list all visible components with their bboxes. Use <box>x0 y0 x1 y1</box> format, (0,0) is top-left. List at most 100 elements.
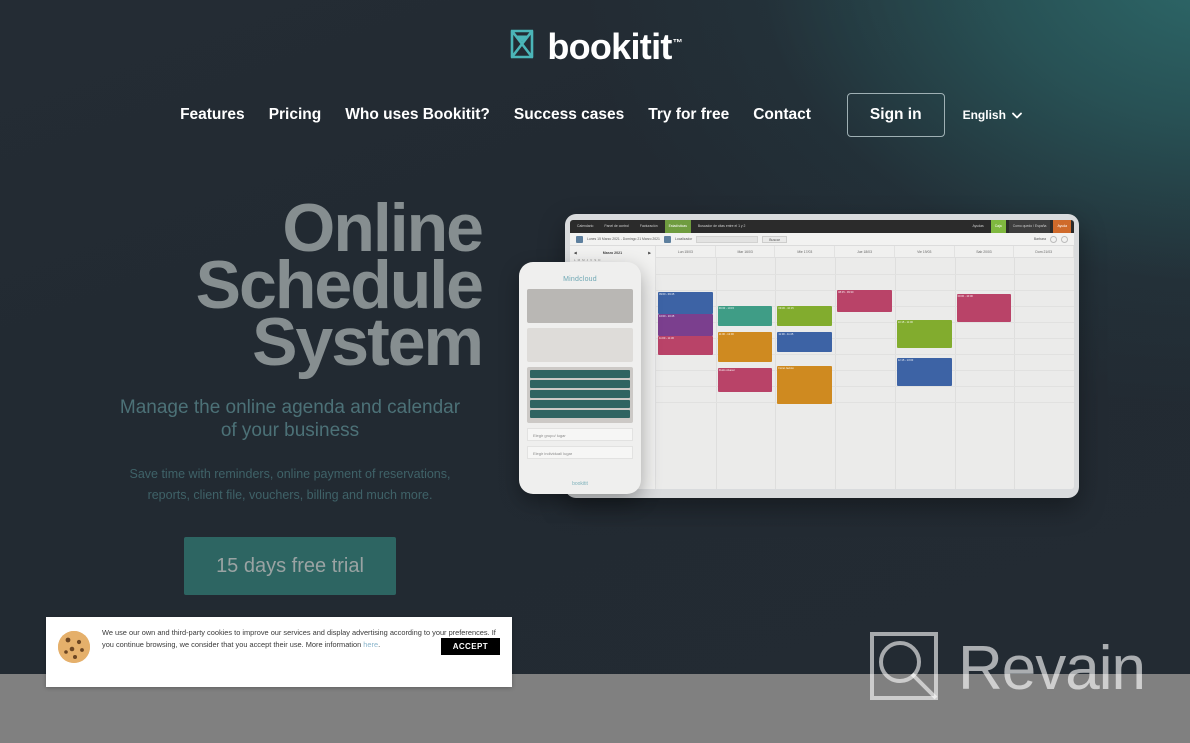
calendar-column-divider <box>835 258 837 489</box>
calendar-appointment: 09:30 - 10:15 <box>777 306 833 326</box>
mini-calendar-month: Marzo 2021 <box>602 251 623 255</box>
day-header-fri: Vie 19/03 <box>895 246 955 257</box>
free-trial-button[interactable]: 15 days free trial <box>184 537 396 596</box>
cookie-icon <box>56 629 92 670</box>
avatar <box>1050 235 1057 243</box>
page-root: bookitit™ Features Pricing Who uses Book… <box>0 0 1190 743</box>
calendar-hour-line <box>656 274 1074 275</box>
hero-section: bookitit™ Features Pricing Who uses Book… <box>0 0 1190 674</box>
mockup-toolbar-item-calendario: Calendario <box>577 224 594 228</box>
main-navigation: Features Pricing Who uses Bookitit? Succ… <box>0 92 1190 138</box>
calendar-day-headers: Lun 15/03 Mar 16/03 Mie 17/03 Jue 18/03 … <box>656 246 1074 258</box>
calendar-appointment: Pedro Alvarez <box>717 368 773 392</box>
phone-timeslot-list <box>527 367 633 423</box>
mockup-app-toolbar: Calendario Panel de control Facturación … <box>570 220 1074 233</box>
calendar-column-divider <box>894 258 896 489</box>
mockup-toolbar-item-panel: Panel de control <box>604 224 629 228</box>
calendar-column-divider <box>715 258 717 489</box>
hero-copy: Online Schedule System Manage the online… <box>80 194 500 596</box>
logo-trademark: ™ <box>672 37 683 49</box>
nav-item-pricing[interactable]: Pricing <box>257 92 334 138</box>
calendar-hour-line <box>656 402 1074 403</box>
hourglass-icon <box>507 28 537 65</box>
phone-timeslot <box>530 370 630 378</box>
day-header-wed: Mie 17/03 <box>775 246 836 257</box>
tablet-screen: Calendario Panel de control Facturación … <box>570 220 1074 489</box>
chevron-down-icon <box>1012 108 1022 122</box>
cookie-text-main: We use our own and third-party cookies t… <box>102 628 496 649</box>
phone-banner <box>527 289 633 323</box>
mockup-toolbar-search-hint: Buscador de citas entre el 1 y 2 <box>697 224 746 228</box>
nav-item-who-uses-bookitit[interactable]: Who uses Bookitit? <box>333 92 502 138</box>
phone-timeslot <box>530 390 630 398</box>
calendar-events-area: 09:00 - 09:45 10:00 - 10:45 11:00 - 11:30 0… <box>656 258 1074 489</box>
calendar-appointment: 11:00 - 11:30 <box>658 336 713 355</box>
phone-timeslot <box>530 380 630 388</box>
calendar-appointment: 09:30 - 10:15 <box>717 306 773 326</box>
mockup-toolbar-item-ayudas: Ayudas <box>972 224 984 228</box>
phone-timeslot <box>530 410 630 418</box>
day-header-tue: Mar 16/03 <box>716 246 776 257</box>
mockup-app-body: ◀ Marzo 2021 ▶ L M M J V S D Lun 15/03 M… <box>570 246 1074 489</box>
sign-in-button[interactable]: Sign in <box>846 93 945 137</box>
phone-timeslot <box>530 400 630 408</box>
calendar-column-divider <box>954 258 956 489</box>
mockup-search-button: Buscar <box>762 235 787 243</box>
calendar-appointment: 09:00 - 09:45 <box>658 292 713 314</box>
nav-item-features[interactable]: Features <box>168 92 257 138</box>
mockup-toolbar-item-ayuda: Ayuda <box>1053 220 1071 233</box>
phone-option-group: Elegir grupo/ lugar <box>527 428 633 441</box>
phone-mini-calendar <box>527 328 633 362</box>
nav-item-success-cases[interactable]: Success cases <box>502 92 636 138</box>
day-header-thu: Jue 18/03 <box>835 246 895 257</box>
calendar-appointment: Fiorel Jacinto <box>777 366 833 404</box>
mini-calendar-header: ◀ Marzo 2021 ▶ <box>574 251 651 255</box>
calendar-appointment: 08:45 - 09:30 <box>837 290 892 312</box>
nav-item-contact[interactable]: Contact <box>741 92 823 138</box>
mockup-date-range: Lunes 15 Marzo 2021 - Domingo 21 Marzo 2… <box>587 237 660 241</box>
calendar-column-divider <box>775 258 777 489</box>
mini-calendar-next-icon: ▶ <box>648 251 651 255</box>
mockup-toolbar-item-caja: Caja <box>990 220 1006 233</box>
calendar-appointment: 10:15 - 11:00 <box>896 320 952 348</box>
mockup-toolbar-item-country: Como quedo / España <box>1008 220 1051 233</box>
language-label: English <box>962 108 1006 122</box>
day-header-sat: Sab 20/03 <box>955 246 1015 257</box>
mockup-app-subtoolbar: Lunes 15 Marzo 2021 - Domingo 21 Marzo 2… <box>570 233 1074 246</box>
phone-app-title: Mindcloud <box>563 276 597 283</box>
day-header-sun: Dom 21/03 <box>1014 246 1074 257</box>
language-selector[interactable]: English <box>963 108 1022 122</box>
mockup-calendar-grid: Lun 15/03 Mar 16/03 Mie 17/03 Jue 18/03 … <box>656 246 1074 489</box>
day-header-mon: Lun 15/03 <box>656 246 716 257</box>
mockup-toolbar-item-facturacion: Facturación <box>639 224 658 228</box>
mini-calendar-prev-icon: ◀ <box>574 251 577 255</box>
calendar-appointment: 10:00 - 10:45 <box>658 314 713 336</box>
cookie-consent-banner: We use our own and third-party cookies t… <box>46 617 512 687</box>
calendar-prev-icon <box>576 235 583 243</box>
mockup-toolbar-item-estadisticas: Estadísticas <box>664 220 691 233</box>
cookie-text-end: . <box>378 639 381 649</box>
hero-subheadline: Manage the online agenda and calendar of… <box>119 397 461 441</box>
logo-wordmark: bookitit™ <box>547 25 683 67</box>
product-screenshot-mockup: Calendario Panel de control Facturación … <box>519 214 1079 506</box>
gear-icon <box>1061 235 1068 243</box>
calendar-next-icon <box>663 235 671 243</box>
calendar-appointment: 11:00 - 11:45 <box>777 332 833 352</box>
hero-supporting-text: Save time with reminders, online payment… <box>129 467 451 502</box>
cookie-banner-body: We use our own and third-party cookies t… <box>102 627 500 655</box>
calendar-appointment: 12:15 - 13:00 <box>896 358 952 386</box>
accept-cookies-button[interactable]: ACCEPT <box>440 637 500 655</box>
mockup-user-label: Barbara <box>1033 237 1046 241</box>
mockup-location-label: Localizador <box>674 237 693 241</box>
cookie-more-info-link[interactable]: here <box>363 640 378 649</box>
nav-item-try-for-free[interactable]: Try for free <box>636 92 741 138</box>
calendar-appointment: 11:00 - 12:00 <box>717 332 773 362</box>
phone-option-individual: Elegir individual/ lugar <box>527 446 633 459</box>
headline-line-3: System <box>252 304 484 381</box>
site-logo[interactable]: bookitit™ <box>0 28 1190 65</box>
logo-text-label: bookitit <box>547 25 672 67</box>
tablet-device: Calendario Panel de control Facturación … <box>565 214 1079 498</box>
phone-footer-logo: bookitit <box>572 481 588 487</box>
page-title: Online Schedule System <box>80 194 500 381</box>
phone-device: Mindcloud Elegir grupo/ lugar Elegir ind… <box>519 262 641 494</box>
